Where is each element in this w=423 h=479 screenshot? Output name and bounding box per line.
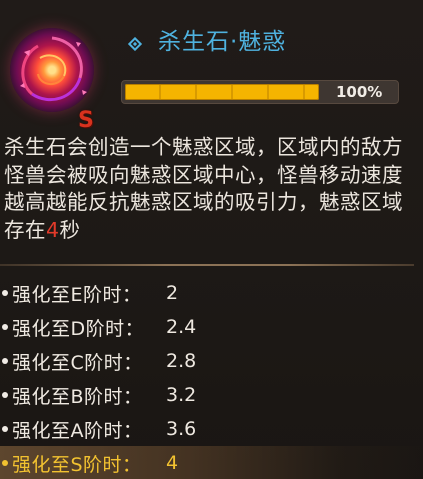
bullet-icon — [2, 324, 8, 330]
skill-icon: S — [6, 22, 102, 132]
upgrade-tier-list: 强化至E阶时： 2 强化至D阶时： 2.4 强化至C阶时： 2.8 强化至B阶时： 3.2 强化… — [0, 276, 423, 479]
skill-progress-fill — [125, 84, 319, 100]
bullet-icon — [2, 358, 8, 364]
skill-title: 杀生石·魅惑 — [158, 29, 287, 55]
tier-value: 4 — [166, 452, 179, 474]
tier-label: 强化至S阶时： — [12, 453, 142, 476]
bullet-icon — [2, 460, 8, 466]
tier-row: 强化至D阶时： 2.4 — [0, 310, 423, 344]
description-unit: 秒 — [59, 217, 81, 242]
skill-detail-panel: S 杀生石·魅惑 100% 杀生石会创造一个魅惑区域，区域内的敌方怪兽会被吸向魅… — [0, 0, 423, 479]
tier-row: 强化至B阶时： 3.2 — [0, 378, 423, 412]
rank-badge: S — [78, 108, 94, 133]
diamond-icon — [128, 37, 142, 51]
tier-label: 强化至E阶时： — [12, 283, 142, 306]
bullet-icon — [2, 392, 8, 398]
skill-description: 杀生石会创造一个魅惑区域，区域内的敌方怪兽会被吸向魅惑区域中心，怪兽移动速度越高… — [4, 134, 414, 244]
tier-row: 强化至S阶时： 4 — [0, 446, 423, 479]
bullet-icon — [2, 426, 8, 432]
tier-value: 2.4 — [166, 316, 197, 338]
tier-row: 强化至E阶时： 2 — [0, 276, 423, 310]
divider — [0, 264, 414, 266]
bullet-icon — [2, 290, 8, 296]
vortex-swirl-icon — [20, 36, 87, 102]
tier-label: 强化至A阶时： — [12, 419, 143, 442]
tier-label: 强化至D阶时： — [12, 317, 145, 340]
tier-row: 强化至C阶时： 2.8 — [0, 344, 423, 378]
tier-label: 强化至B阶时： — [12, 385, 143, 408]
tier-value: 3.6 — [166, 418, 197, 440]
description-duration: 4 — [46, 217, 60, 242]
tier-label: 强化至C阶时： — [12, 351, 143, 374]
tier-value: 2 — [166, 282, 179, 304]
tier-value: 2.8 — [166, 350, 197, 372]
tier-row: 强化至A阶时： 3.6 — [0, 412, 423, 446]
tier-value: 3.2 — [166, 384, 197, 406]
skill-progress-label: 100% — [336, 83, 383, 101]
